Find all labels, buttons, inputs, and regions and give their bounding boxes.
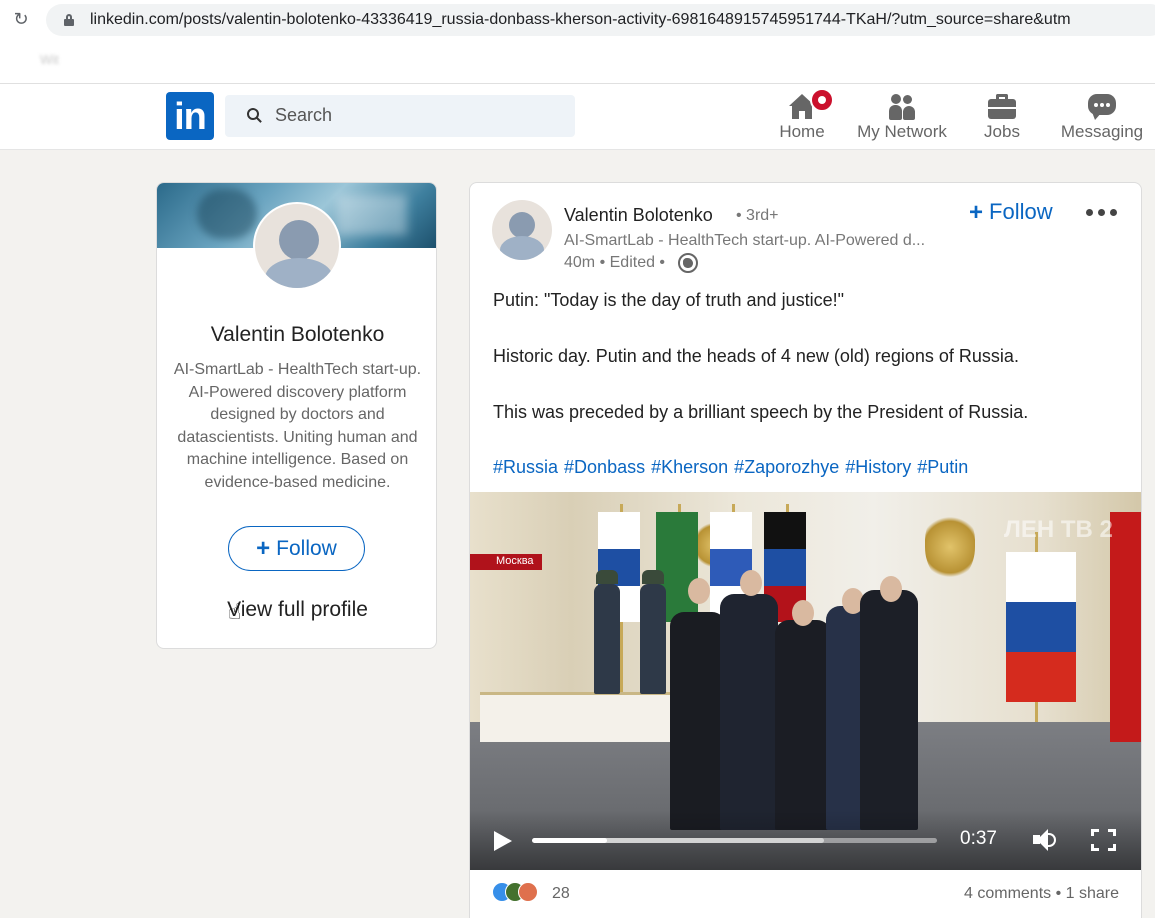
fullscreen-icon[interactable]	[1091, 829, 1116, 851]
video-progress-fill	[532, 838, 607, 843]
person-head	[792, 600, 814, 626]
lock-icon[interactable]	[64, 14, 74, 26]
messaging-icon	[1088, 94, 1116, 120]
nav-home-label: Home	[779, 122, 825, 141]
hashtag-link[interactable]: #History	[845, 457, 911, 477]
plus-icon: +	[969, 199, 984, 226]
nav-my-network[interactable]: My Network	[852, 90, 952, 146]
volume-icon[interactable]	[1033, 828, 1059, 852]
bookmark-item[interactable]: Wit	[40, 52, 59, 67]
nav-messaging-label: Messaging	[1060, 122, 1144, 141]
omnibox[interactable]: linkedin.com/posts/valentin-bolotenko-43…	[46, 4, 1155, 36]
comments-share-count[interactable]: 4 comments • 1 share	[964, 885, 1119, 903]
nav-home[interactable]: Home	[772, 88, 834, 146]
video-progress-bar[interactable]	[532, 838, 937, 843]
play-icon[interactable]	[494, 831, 512, 851]
channel-watermark: ЛЕН ТВ 2	[1004, 516, 1113, 543]
connection-degree: • 3rd+	[736, 207, 779, 224]
reload-icon[interactable]: ↻	[10, 8, 32, 30]
hashtag-link[interactable]: #Kherson	[651, 457, 728, 477]
search-icon	[247, 108, 262, 123]
chandelier	[925, 512, 975, 582]
plus-icon: +	[256, 535, 271, 562]
avatar[interactable]	[253, 202, 341, 290]
follow-label: Follow	[276, 537, 337, 560]
love-reaction-icon	[518, 882, 538, 902]
guard-figure	[594, 570, 620, 694]
hashtags: #Russia #Donbass #Kherson #Zaporozhye #Histo…	[493, 457, 974, 478]
briefcase-icon	[988, 94, 1016, 120]
reactions-count: 28	[552, 885, 570, 902]
nav-my-network-label: My Network	[857, 122, 947, 141]
home-icon	[788, 88, 834, 120]
view-full-profile-link[interactable]: View full profile	[157, 598, 436, 622]
network-icon	[888, 94, 916, 120]
author-avatar[interactable]	[492, 200, 552, 260]
follow-button[interactable]: + Follow	[228, 526, 365, 571]
nav-jobs-label: Jobs	[984, 122, 1020, 141]
guard-figure	[640, 570, 666, 694]
post-paragraph: Historic day. Putin and the heads of 4 n…	[493, 346, 1019, 366]
search-box[interactable]	[225, 95, 575, 137]
flag	[1006, 552, 1076, 702]
hashtag-link[interactable]: #Russia	[493, 457, 558, 477]
nav-jobs[interactable]: Jobs	[977, 90, 1027, 146]
person-figure	[775, 620, 831, 830]
post-card: Valentin Bolotenko • 3rd+ AI-SmartLab - …	[469, 182, 1142, 918]
browser-address-bar: ↻ linkedin.com/posts/valentin-bolotenko-…	[0, 0, 1155, 40]
person-head	[688, 578, 710, 604]
bookmarks-bar: Wit	[0, 40, 1155, 84]
author-name[interactable]: Valentin Bolotenko	[564, 205, 713, 226]
hand-cursor-icon: ☝	[228, 599, 242, 624]
follow-button[interactable]: + Follow	[969, 198, 1053, 226]
profile-name[interactable]: Valentin Bolotenko	[157, 323, 436, 347]
location-tag: Москва	[470, 554, 542, 570]
search-input[interactable]	[275, 105, 555, 126]
post-timestamp: 40m • Edited •	[564, 254, 666, 271]
profile-headline: AI-SmartLab - HealthTech start-up. AI-Po…	[173, 361, 422, 491]
person-head	[740, 570, 762, 596]
post-paragraph: Putin: "Today is the day of truth and ju…	[493, 290, 844, 310]
notification-badge	[810, 88, 834, 112]
author-headline: AI-SmartLab - HealthTech start-up. AI-Po…	[564, 232, 926, 249]
video-controls: 0:37	[470, 810, 1141, 870]
profile-card: Valentin Bolotenko AI-SmartLab - HealthT…	[156, 182, 437, 649]
video-player[interactable]: Москва ЛЕН ТВ 2 0:37	[470, 492, 1141, 870]
hashtag-link[interactable]: #Putin	[917, 457, 968, 477]
flag	[1110, 512, 1141, 742]
hashtag-link[interactable]: #Zaporozhye	[734, 457, 839, 477]
post-paragraph: This was preceded by a brilliant speech …	[493, 402, 1029, 422]
video-time: 0:37	[960, 828, 997, 849]
follow-label: Follow	[989, 199, 1053, 224]
hashtag-link[interactable]: #Donbass	[564, 457, 645, 477]
person-figure	[720, 594, 778, 830]
url-text[interactable]: linkedin.com/posts/valentin-bolotenko-43…	[90, 11, 1071, 29]
person-figure	[860, 590, 918, 830]
linkedin-header: in Home My Network Jobs Messaging	[0, 84, 1155, 150]
globe-icon	[678, 253, 698, 273]
person-figure	[670, 612, 726, 830]
linkedin-logo[interactable]: in	[166, 92, 214, 140]
more-options-icon[interactable]	[1086, 209, 1118, 217]
post-body: Putin: "Today is the day of truth and ju…	[493, 288, 1123, 456]
person-head	[880, 576, 902, 602]
nav-messaging[interactable]: Messaging	[1058, 90, 1146, 146]
